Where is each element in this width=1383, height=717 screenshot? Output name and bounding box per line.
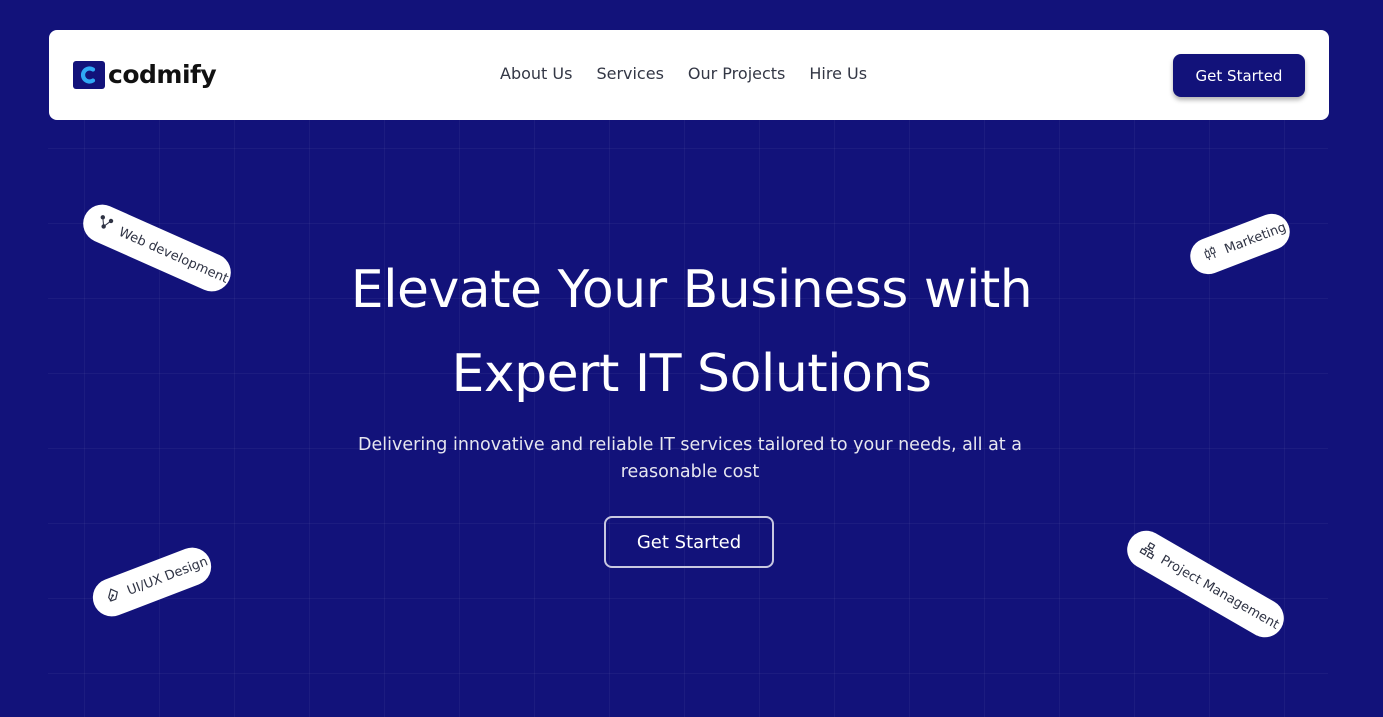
brand-name: codmify: [108, 60, 217, 89]
nav-link-services[interactable]: Services: [596, 64, 663, 83]
c-logo-icon: [73, 60, 105, 89]
hero-get-started-button[interactable]: Get Started: [604, 516, 774, 568]
navbar: codmify About Us Services Our Projects H…: [49, 30, 1329, 120]
nav-link-hire-us[interactable]: Hire Us: [809, 64, 867, 83]
hierarchy-icon: [1137, 539, 1159, 563]
background-grid: [48, 120, 1328, 717]
nav-links: About Us Services Our Projects Hire Us: [500, 64, 867, 83]
pen-tool-icon: [104, 586, 124, 608]
logo[interactable]: codmify: [73, 60, 217, 89]
hero-title-line-1: Elevate Your Business with: [350, 260, 1033, 320]
nav-get-started-button[interactable]: Get Started: [1173, 54, 1305, 97]
hero-title-line-2: Expert IT Solutions: [451, 344, 932, 404]
nav-link-our-projects[interactable]: Our Projects: [688, 64, 785, 83]
nodes-icon: [94, 213, 116, 236]
candlestick-icon: [1201, 244, 1221, 266]
nav-link-about-us[interactable]: About Us: [500, 64, 572, 83]
hero-subtitle: Delivering innovative and reliable IT se…: [358, 435, 1022, 482]
